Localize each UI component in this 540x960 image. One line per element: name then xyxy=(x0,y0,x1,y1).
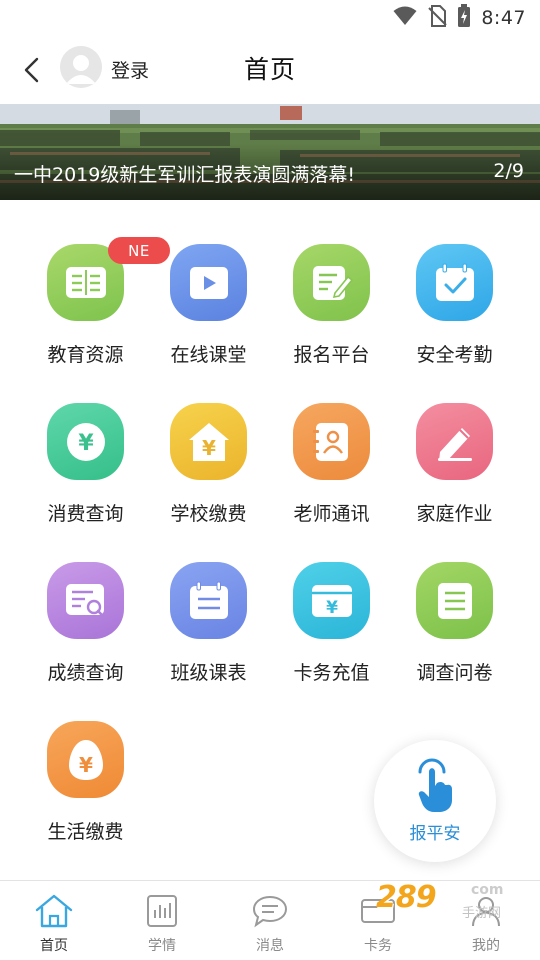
pencil-icon xyxy=(416,403,493,480)
no-sim-icon xyxy=(427,5,448,31)
nav-messages-label: 消息 xyxy=(256,938,284,954)
yuan-house-icon: ¥ xyxy=(170,403,247,480)
card-yuan-icon: ¥ xyxy=(293,562,370,639)
document-search-icon xyxy=(47,562,124,639)
nav-card[interactable]: 卡务 xyxy=(324,881,432,960)
status-time: 8:47 xyxy=(481,7,526,29)
grid-item-class-schedule[interactable]: 班级课表 xyxy=(147,518,270,684)
banner-page-indicator: 2/9 xyxy=(493,160,524,182)
yuan-egg-icon: ¥ xyxy=(47,721,124,798)
news-banner[interactable]: 一中2019级新生军训汇报表演圆满落幕! 2/9 xyxy=(0,104,540,200)
profile-icon xyxy=(466,893,506,929)
grid-item-survey[interactable]: 调查问卷 xyxy=(393,518,516,684)
yuan-circle-icon: ¥ xyxy=(47,403,124,480)
banner-caption: 一中2019级新生军训汇报表演圆满落幕! xyxy=(14,164,355,186)
card-icon xyxy=(358,893,398,929)
safe-report-button[interactable]: 报平安 xyxy=(374,740,496,862)
nav-home-label: 首页 xyxy=(40,938,68,954)
wifi-icon xyxy=(393,6,417,30)
schedule-icon xyxy=(170,562,247,639)
grid-item-label: 调查问卷 xyxy=(416,662,493,684)
home-icon xyxy=(34,893,74,929)
svg-text:¥: ¥ xyxy=(78,431,94,456)
nav-card-label: 卡务 xyxy=(364,938,392,954)
status-bar: 8:47 xyxy=(0,0,540,36)
svg-text:¥: ¥ xyxy=(79,753,93,777)
calendar-check-icon xyxy=(416,244,493,321)
grid-item-card-recharge[interactable]: ¥ 卡务充值 xyxy=(270,518,393,684)
grid-item-education-resources[interactable]: NE 教育资源 xyxy=(24,200,170,366)
svg-text:¥: ¥ xyxy=(202,436,216,460)
grid-item-attendance[interactable]: 安全考勤 xyxy=(393,200,516,366)
bar-chart-icon xyxy=(142,893,182,929)
grid-item-label: 班级课表 xyxy=(170,662,247,684)
bottom-nav: 首页 学情 消息 卡务 我的 xyxy=(0,880,540,960)
play-video-icon xyxy=(170,244,247,321)
contacts-book-icon xyxy=(293,403,370,480)
grid-item-grades[interactable]: 成绩查询 xyxy=(24,518,147,684)
grid-item-consumption-query[interactable]: ¥ 消费查询 xyxy=(24,359,147,525)
grid-item-label: 生活缴费 xyxy=(47,821,124,843)
nav-messages[interactable]: 消息 xyxy=(216,881,324,960)
battery-icon xyxy=(457,4,471,32)
nav-home[interactable]: 首页 xyxy=(0,881,108,960)
safe-report-label: 报平安 xyxy=(409,824,461,844)
nav-study[interactable]: 学情 xyxy=(108,881,216,960)
header: 登录 首页 xyxy=(0,36,540,104)
nav-mine-label: 我的 xyxy=(472,938,500,954)
nav-mine[interactable]: 我的 xyxy=(432,881,540,960)
grid-item-label: 卡务充值 xyxy=(293,662,370,684)
grid-item-online-class[interactable]: 在线课堂 xyxy=(147,200,270,366)
page-title: 首页 xyxy=(243,55,296,84)
grid-item-registration[interactable]: 报名平台 xyxy=(270,200,393,366)
questionnaire-icon xyxy=(416,562,493,639)
grid-item-life-payment[interactable]: ¥ 生活缴费 xyxy=(24,677,147,843)
edit-form-icon xyxy=(293,244,370,321)
chat-bubble-icon xyxy=(250,893,290,929)
tap-finger-icon xyxy=(418,758,452,812)
status-icons: 8:47 xyxy=(393,4,526,32)
nav-study-label: 学情 xyxy=(148,938,176,954)
grid-item-homework[interactable]: 家庭作业 xyxy=(393,359,516,525)
grid-item-school-payment[interactable]: ¥ 学校缴费 xyxy=(147,359,270,525)
svg-text:¥: ¥ xyxy=(326,598,338,618)
grid-item-teacher-contacts[interactable]: 老师通讯 xyxy=(270,359,393,525)
